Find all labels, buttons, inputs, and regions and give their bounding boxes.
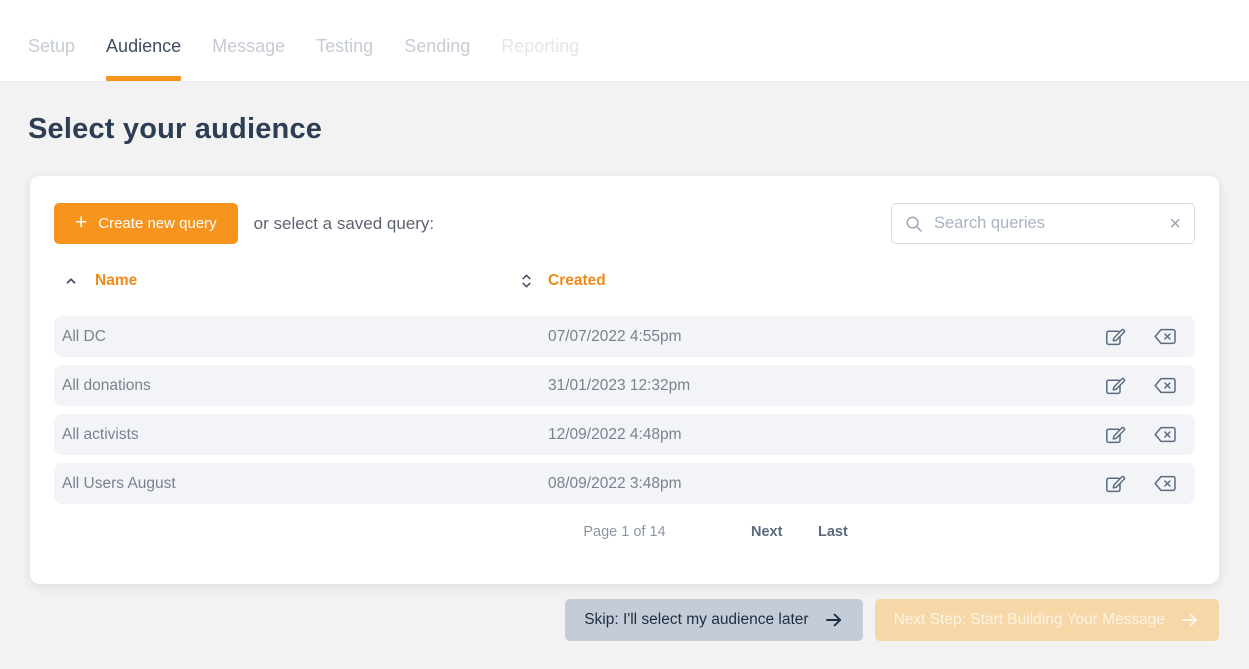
query-created: 31/01/2023 12:32pm xyxy=(548,377,690,395)
delete-query-button[interactable] xyxy=(1152,424,1177,445)
edit-query-button[interactable] xyxy=(1103,325,1127,349)
row-actions xyxy=(1103,374,1177,398)
tab-testing[interactable]: Testing xyxy=(316,0,373,81)
edit-query-button[interactable] xyxy=(1103,472,1127,496)
column-header-name[interactable]: Name xyxy=(54,272,520,290)
column-label-name: Name xyxy=(95,272,137,290)
edit-pencil-icon xyxy=(1103,325,1127,349)
query-toolbar: + Create new query or select a saved que… xyxy=(54,203,1195,244)
clear-search-icon[interactable]: × xyxy=(1169,214,1181,234)
query-row-all-activists[interactable]: All activists 12/09/2022 4:48pm xyxy=(54,414,1195,455)
table-header: Name Created xyxy=(54,271,1195,291)
query-name: All DC xyxy=(62,328,548,346)
tab-bar: Setup Audience Message Testing Sending R… xyxy=(0,0,1249,82)
edit-pencil-icon xyxy=(1103,423,1127,447)
query-row-all-users-august[interactable]: All Users August 08/09/2022 3:48pm xyxy=(54,463,1195,504)
tab-reporting[interactable]: Reporting xyxy=(501,0,579,81)
tab-setup[interactable]: Setup xyxy=(28,0,75,81)
search-icon xyxy=(905,215,923,233)
edit-query-button[interactable] xyxy=(1103,374,1127,398)
pagination: Page 1 of 14 Next Last xyxy=(54,524,1195,544)
query-row-all-dc[interactable]: All DC 07/07/2022 4:55pm xyxy=(54,316,1195,357)
query-created: 12/09/2022 4:48pm xyxy=(548,426,682,444)
row-actions xyxy=(1103,325,1177,349)
edit-pencil-icon xyxy=(1103,472,1127,496)
delete-query-button[interactable] xyxy=(1152,375,1177,396)
row-actions xyxy=(1103,472,1177,496)
arrow-right-icon xyxy=(824,610,844,630)
edit-pencil-icon xyxy=(1103,374,1127,398)
tab-sending[interactable]: Sending xyxy=(404,0,470,81)
chevron-up-down-icon xyxy=(520,272,533,290)
column-label-created: Created xyxy=(548,272,606,290)
next-step-label: Next Step: Start Building Your Message xyxy=(894,611,1165,629)
create-new-query-button[interactable]: + Create new query xyxy=(54,203,238,244)
query-created: 07/07/2022 4:55pm xyxy=(548,328,682,346)
column-header-created[interactable]: Created xyxy=(520,272,606,290)
skip-audience-label: Skip: I'll select my audience later xyxy=(584,611,808,629)
page-title: Select your audience xyxy=(28,113,1249,146)
query-created: 08/09/2022 3:48pm xyxy=(548,475,682,493)
backspace-delete-icon xyxy=(1152,326,1177,347)
backspace-delete-icon xyxy=(1152,375,1177,396)
skip-audience-button[interactable]: Skip: I'll select my audience later xyxy=(565,599,862,641)
query-name: All activists xyxy=(62,426,548,444)
edit-query-button[interactable] xyxy=(1103,423,1127,447)
search-queries-input[interactable] xyxy=(932,213,1160,234)
delete-query-button[interactable] xyxy=(1152,326,1177,347)
backspace-delete-icon xyxy=(1152,424,1177,445)
query-name: All donations xyxy=(62,377,548,395)
wizard-footer: Skip: I'll select my audience later Next… xyxy=(30,599,1219,641)
row-actions xyxy=(1103,423,1177,447)
or-select-saved-query-text: or select a saved query: xyxy=(254,214,434,234)
delete-query-button[interactable] xyxy=(1152,473,1177,494)
plus-icon: + xyxy=(75,212,87,233)
page-status: Page 1 of 14 xyxy=(54,524,1195,540)
pagination-last-link[interactable]: Last xyxy=(818,524,848,540)
arrow-right-icon xyxy=(1180,610,1200,630)
search-queries-box: × xyxy=(891,203,1195,244)
create-new-query-label: Create new query xyxy=(98,215,216,232)
pagination-next-link[interactable]: Next xyxy=(751,524,782,540)
chevron-up-icon xyxy=(64,274,78,288)
next-step-button[interactable]: Next Step: Start Building Your Message xyxy=(875,599,1219,641)
saved-queries-card: + Create new query or select a saved que… xyxy=(30,176,1219,584)
tab-message[interactable]: Message xyxy=(212,0,285,81)
query-name: All Users August xyxy=(62,475,548,493)
query-list: All DC 07/07/2022 4:55pm xyxy=(54,316,1195,504)
backspace-delete-icon xyxy=(1152,473,1177,494)
query-row-all-donations[interactable]: All donations 31/01/2023 12:32pm xyxy=(54,365,1195,406)
tab-audience[interactable]: Audience xyxy=(106,0,181,81)
